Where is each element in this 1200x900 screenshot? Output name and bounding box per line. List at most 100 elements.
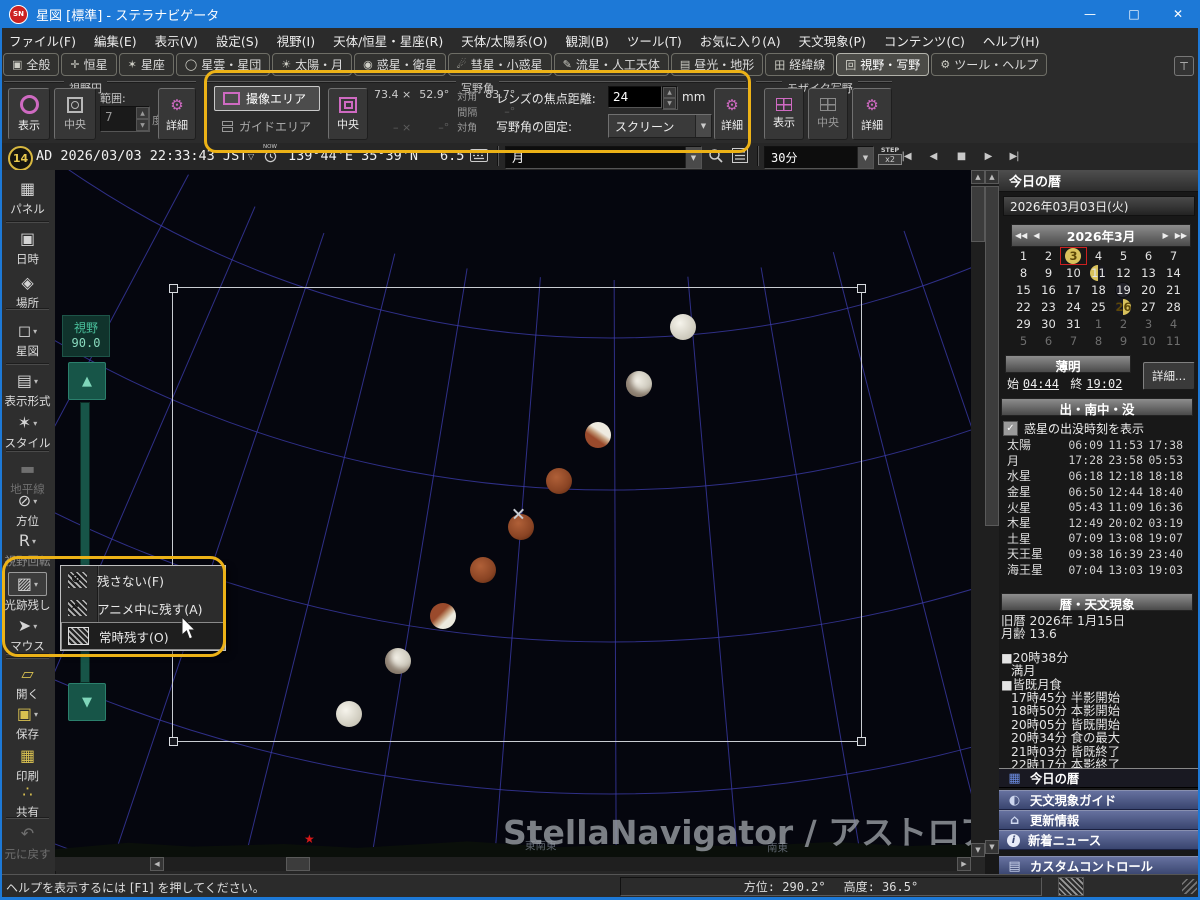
calendar-day[interactable]: 3 [1061,248,1086,264]
play-button[interactable]: ▶ [977,147,999,165]
calendar-day[interactable]: 4 [1161,316,1186,332]
mosaic-detail-button[interactable]: ⚙ 詳細 [852,88,892,140]
panel-button-更新情報[interactable]: ⌂更新情報 [999,810,1200,830]
tab-経緯線[interactable]: 田経緯線 [765,53,834,76]
planets-checkbox-row[interactable]: ✓ 惑星の出没時刻を表示 [1003,420,1144,437]
menu-item-天文現象(P)[interactable]: 天文現象(P) [790,31,875,50]
menu-item-ツール(T)[interactable]: ツール(T) [618,31,691,50]
calendar-day[interactable]: 14 [1161,265,1186,281]
sidebar-item-表示形式[interactable]: ▤▾表示形式 [0,370,55,409]
minimize-button[interactable]: — [1068,0,1112,28]
calendar-day[interactable]: 31 [1061,316,1086,332]
menu-item-編集(E)[interactable]: 編集(E) [85,31,146,50]
resize-grip[interactable] [1182,879,1197,894]
calendar-day[interactable]: 24 [1061,299,1086,315]
scroll-up-icon[interactable]: ▲ [971,170,985,184]
calendar-day[interactable]: 8 [1011,265,1036,281]
calendar-day[interactable]: 25 [1086,299,1111,315]
scroll-left-icon[interactable]: ◀ [150,857,164,871]
calendar-day[interactable]: 30 [1036,316,1061,332]
sidebar-item-方位[interactable]: ⊘▾方位 [0,490,55,529]
twilight-begin[interactable]: 04:44 [1023,377,1059,391]
v-scrollbar[interactable]: ▲ ▼ [971,170,985,857]
sidebar-item-パネル[interactable]: ▦パネル [0,178,55,217]
h-scroll-thumb[interactable] [286,857,310,871]
calendar-day[interactable]: 1 [1086,316,1111,332]
calendar-day[interactable]: 4 [1086,248,1111,264]
step-back-button[interactable]: ◀ [922,147,944,165]
menu-item-天体/太陽系(O)[interactable]: 天体/太陽系(O) [452,31,556,50]
calendar-day[interactable]: 16 [1036,282,1061,298]
stop-button[interactable]: ■ [950,147,972,165]
fov-zoom-in-button[interactable]: ▲ [68,362,106,400]
panel-button-今日の暦[interactable]: ▦今日の暦 [999,768,1200,788]
scroll-up-icon[interactable]: ▲ [985,170,999,184]
calendar-day[interactable]: 5 [1111,248,1136,264]
range-down-icon[interactable]: ▼ [136,119,149,131]
calendar-day[interactable]: 2 [1036,248,1061,264]
chevron-down-icon[interactable]: ▾ [33,497,37,506]
tab-ツール・ヘルプ[interactable]: ⚙ツール・ヘルプ [931,53,1047,76]
star-chart[interactable]: 東南東 南東 ★ StellaNavigator / アストロアーツ 視野 90… [55,170,971,857]
chevron-down-icon[interactable]: ▾ [34,377,38,386]
tab-全般[interactable]: ▣全般 [3,53,59,76]
menu-item-天体/恒星・星座(R)[interactable]: 天体/恒星・星座(R) [324,31,452,50]
close-button[interactable]: ✕ [1156,0,1200,28]
checkbox-checked-icon[interactable]: ✓ [1003,421,1018,436]
interval-dropdown-icon[interactable]: ▼ [857,147,873,168]
frame-handle[interactable] [169,284,178,293]
sidebar-item-印刷[interactable]: ▦印刷 [0,745,55,784]
calendar-next-month-button[interactable]: ▶ [1160,231,1172,240]
calendar-day[interactable]: 18 [1086,282,1111,298]
menu-item-お気に入り(A)[interactable]: お気に入り(A) [691,31,790,50]
scroll-down-icon[interactable]: ▼ [971,843,985,857]
panel-scrollbar[interactable]: ▲ ▼ [985,170,999,854]
mosaic-center-button[interactable]: 中央 [808,88,848,140]
tab-視野・写野[interactable]: 回視野・写野 [836,53,929,76]
fov-center-button[interactable]: 中央 [54,88,96,140]
calendar-day[interactable]: 2 [1111,316,1136,332]
chevron-down-icon[interactable]: ▾ [32,537,36,546]
mosaic-show-button[interactable]: 表示 [764,88,804,140]
fov-show-button[interactable]: 表示 [8,88,50,140]
sidebar-item-開く[interactable]: ▱開く [0,663,55,702]
calendar-day[interactable]: 21 [1161,282,1186,298]
calendar-day[interactable]: 3 [1136,316,1161,332]
calendar-day[interactable]: 8 [1086,333,1111,349]
calendar-day[interactable]: 28 [1161,299,1186,315]
panel-button-カスタムコントロール[interactable]: ▤カスタムコントロール [999,856,1200,876]
calendar-day[interactable]: 26 [1111,299,1136,315]
menu-item-表示(V)[interactable]: 表示(V) [146,31,207,50]
calendar-day[interactable]: 11 [1161,333,1186,349]
fov-zoom-out-button[interactable]: ▼ [68,683,106,721]
skip-to-start-button[interactable]: |◀ [895,147,917,165]
pin-icon[interactable]: ⊤ [1174,56,1194,76]
sidebar-item-保存[interactable]: ▣▾保存 [0,703,55,742]
sidebar-item-星図[interactable]: ◻▾星図 [0,320,55,359]
menu-item-設定(S)[interactable]: 設定(S) [207,31,268,50]
calendar-day[interactable]: 22 [1011,299,1036,315]
calendar-day[interactable]: 12 [1111,265,1136,281]
sidebar-item-場所[interactable]: ◈場所 [0,272,55,311]
calendar-day[interactable]: 20 [1136,282,1161,298]
calendar-day[interactable]: 6 [1136,248,1161,264]
sidebar-item-スタイル[interactable]: ✶▾スタイル [0,412,55,451]
scroll-down-icon[interactable]: ▼ [985,840,999,854]
interval-select[interactable]: 30分 ▼ [764,146,874,169]
calendar-day[interactable]: 10 [1061,265,1086,281]
calendar-day[interactable]: 27 [1136,299,1161,315]
sidebar-item-共有[interactable]: ∴共有 [0,781,55,820]
range-spinner[interactable]: 7 ▲▼ [100,106,150,132]
frame-handle[interactable] [857,284,866,293]
calendar-day[interactable]: 5 [1011,333,1036,349]
calendar-prev-month-button[interactable]: ◀ [1030,231,1042,240]
menu-item-コンテンツ(C)[interactable]: コンテンツ(C) [875,31,974,50]
frame-handle[interactable] [857,737,866,746]
chevron-down-icon[interactable]: ▾ [33,327,37,336]
panel-scroll-thumb[interactable] [985,186,999,526]
range-up-icon[interactable]: ▲ [136,107,149,119]
panel-button-天文現象ガイド[interactable]: ◐天文現象ガイド [999,790,1200,810]
sidebar-item-日時[interactable]: ▣日時 [0,228,55,267]
calendar-day[interactable]: 19 [1111,282,1136,298]
panel-button-新着ニュース[interactable]: i新着ニュース [999,830,1200,850]
